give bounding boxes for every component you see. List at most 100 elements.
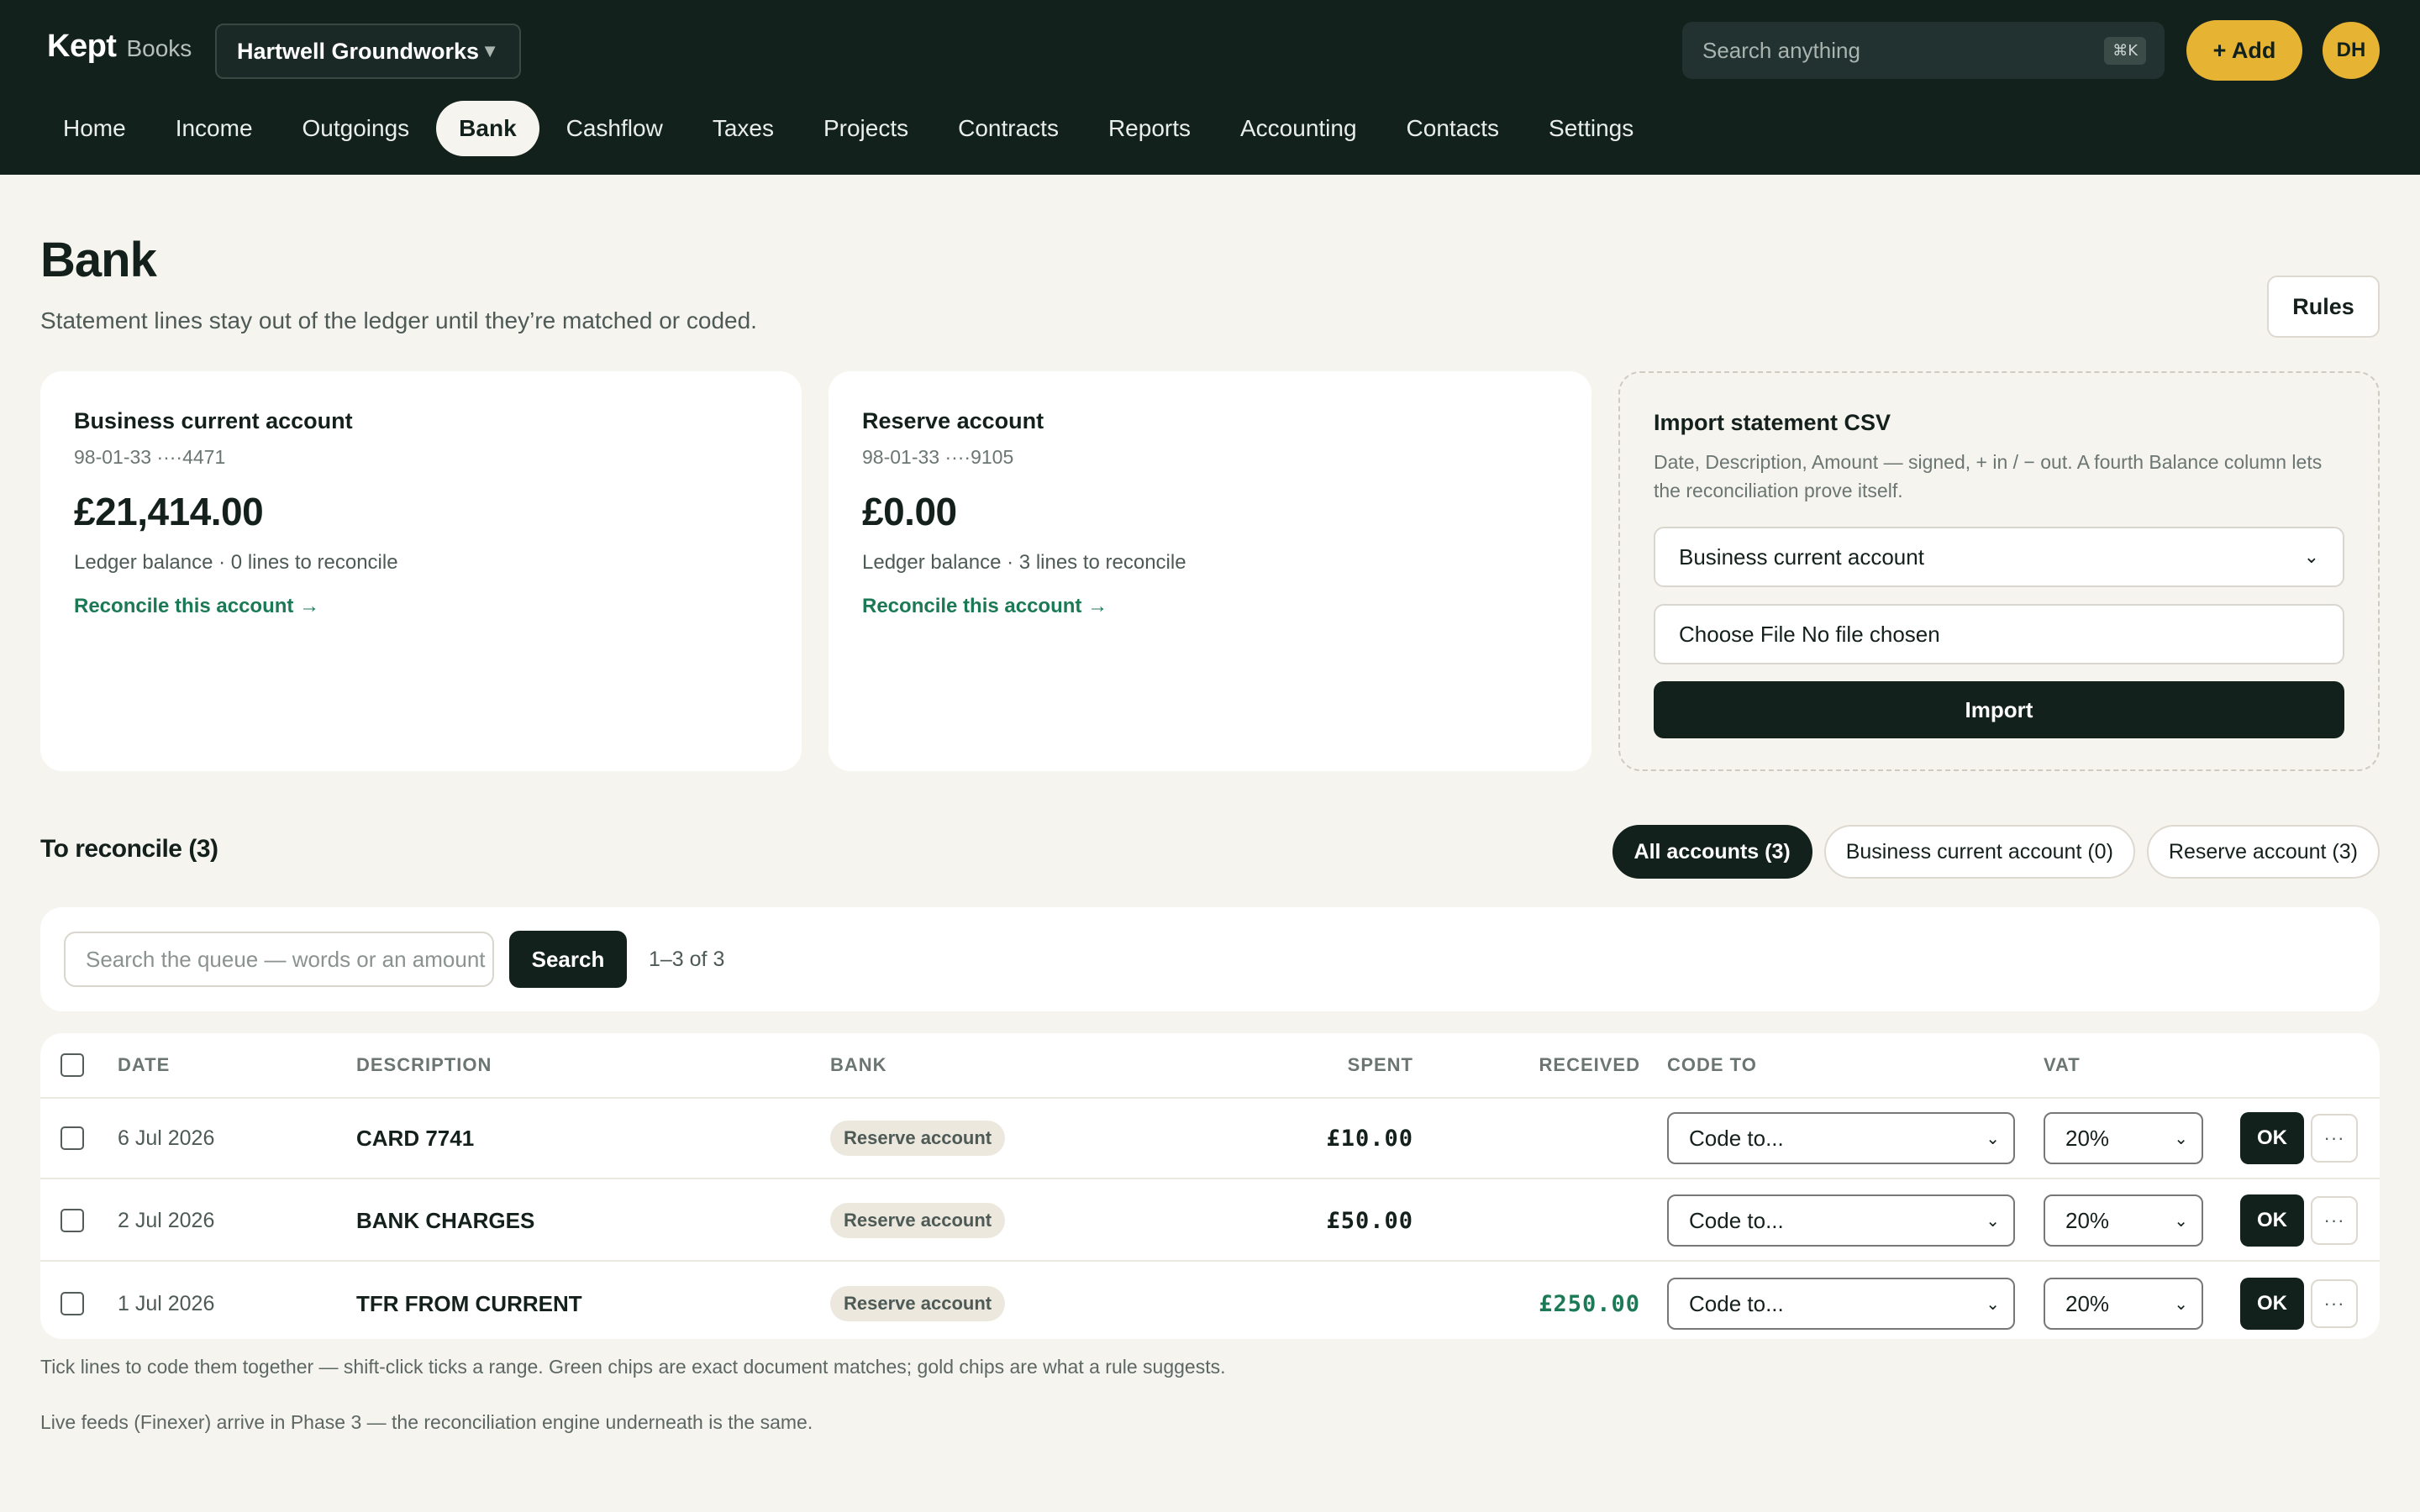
row-checkbox[interactable] — [60, 1292, 84, 1315]
row-code-cell: Code to... ⌄ — [1667, 1263, 2015, 1344]
more-options-icon[interactable]: ··· — [2311, 1196, 2358, 1245]
chevron-down-icon: ⌄ — [2174, 1294, 2188, 1314]
ok-button[interactable]: OK — [2240, 1112, 2304, 1164]
nav-cashflow[interactable]: Cashflow — [544, 101, 686, 156]
nav-outgoings[interactable]: Outgoings — [280, 101, 433, 156]
col-description[interactable]: DESCRIPTION — [356, 1033, 492, 1097]
table-row: 2 Jul 2026 BANK CHARGES Reserve account … — [40, 1181, 2380, 1262]
code-to-select[interactable]: Code to... ⌄ — [1667, 1278, 2015, 1330]
top-bar: Kept Books Hartwell Groundworks ▼ Search… — [0, 0, 2420, 175]
vat-value: 20% — [2065, 1290, 2110, 1316]
row-description: TFR FROM CURRENT — [356, 1290, 582, 1316]
file-input[interactable]: Choose File No file chosen — [1654, 604, 2344, 664]
code-to-select[interactable]: Code to... ⌄ — [1667, 1194, 2015, 1247]
row-received: £250.00 — [1539, 1290, 1640, 1317]
col-spent[interactable]: SPENT — [1348, 1033, 1413, 1097]
queue-search-bar: Search the queue — words or an amount Se… — [40, 907, 2380, 1011]
row-ok-cell: OK — [2240, 1099, 2304, 1178]
vat-value: 20% — [2065, 1125, 2110, 1151]
nav-contracts[interactable]: Contracts — [935, 101, 1081, 156]
reconcile-account-link[interactable]: Reconcile this account → — [74, 595, 768, 618]
row-vat-cell: 20% ⌄ — [2044, 1181, 2203, 1260]
queue-search-input[interactable]: Search the queue — words or an amount — [64, 932, 494, 987]
filter-reserve[interactable]: Reserve account (3) — [2146, 825, 2380, 879]
col-date[interactable]: DATE — [118, 1033, 170, 1097]
code-to-value: Code to... — [1689, 1207, 1784, 1233]
ok-button[interactable]: OK — [2240, 1278, 2304, 1330]
import-title: Import statement CSV — [1654, 410, 1891, 435]
code-to-select[interactable]: Code to... ⌄ — [1667, 1112, 2015, 1164]
nav-home[interactable]: Home — [40, 101, 149, 156]
page-subtitle: Statement lines stay out of the ledger u… — [40, 307, 757, 333]
brand-sub: Books — [126, 35, 192, 61]
bank-chip: Reserve account — [830, 1121, 1006, 1156]
row-bank-cell: Reserve account — [830, 1099, 1006, 1178]
account-number: 98-01-33 ····4471 — [74, 446, 226, 468]
chevron-down-icon: ⌄ — [1986, 1211, 2000, 1231]
account-balance: £0.00 — [862, 490, 957, 533]
nav-taxes[interactable]: Taxes — [690, 101, 797, 156]
nav-contacts[interactable]: Contacts — [1384, 101, 1523, 156]
table-row: 1 Jul 2026 TFR FROM CURRENT Reserve acco… — [40, 1263, 2380, 1344]
import-csv-card: Import statement CSV Date, Description, … — [1618, 371, 2380, 771]
row-ok-cell: OK — [2240, 1263, 2304, 1344]
ok-button[interactable]: OK — [2240, 1194, 2304, 1247]
queue-search-button[interactable]: Search — [509, 931, 627, 988]
table-row: 6 Jul 2026 CARD 7741 Reserve account £10… — [40, 1099, 2380, 1179]
nav-bank[interactable]: Bank — [436, 101, 539, 156]
row-select-cell — [60, 1263, 84, 1344]
import-account-value: Business current account — [1679, 543, 1924, 570]
select-all-checkbox[interactable] — [60, 1053, 84, 1077]
shortcut-badge: ⌘K — [2104, 36, 2146, 65]
page-title: Bank — [40, 233, 157, 287]
reconcile-table: DATE DESCRIPTION BANK SPENT RECEIVED COD… — [40, 1033, 2380, 1339]
help-note-ticks: Tick lines to code them together — shift… — [40, 1356, 1226, 1378]
nav-settings[interactable]: Settings — [1526, 101, 1656, 156]
import-button[interactable]: Import — [1654, 681, 2344, 738]
brand-logo[interactable]: Kept Books — [47, 29, 192, 65]
row-checkbox[interactable] — [60, 1209, 84, 1232]
nav-reports[interactable]: Reports — [1086, 101, 1213, 156]
account-meta: Ledger balance · 3 lines to reconcile — [862, 551, 1186, 574]
vat-value: 20% — [2065, 1207, 2110, 1233]
vat-select[interactable]: 20% ⌄ — [2044, 1278, 2203, 1330]
rules-button[interactable]: Rules — [2267, 276, 2380, 338]
nav-income[interactable]: Income — [153, 101, 276, 156]
account-name: Reserve account — [862, 408, 1044, 433]
filter-all-accounts[interactable]: All accounts (3) — [1612, 825, 1812, 879]
import-account-select[interactable]: Business current account ⌄ — [1654, 527, 2344, 587]
row-date: 2 Jul 2026 — [118, 1208, 215, 1232]
user-avatar[interactable]: DH — [2323, 22, 2380, 79]
account-balance: £21,414.00 — [74, 490, 264, 533]
row-more-cell: ··· — [2311, 1263, 2358, 1344]
global-search-input[interactable]: Search anything ⌘K — [1682, 22, 2165, 79]
nav-accounting[interactable]: Accounting — [1218, 101, 1380, 156]
row-description: CARD 7741 — [356, 1125, 475, 1151]
organisation-switcher[interactable]: Hartwell Groundworks ▼ — [215, 24, 521, 79]
vat-select[interactable]: 20% ⌄ — [2044, 1112, 2203, 1164]
code-to-value: Code to... — [1689, 1125, 1784, 1151]
row-ok-cell: OK — [2240, 1181, 2304, 1260]
row-code-cell: Code to... ⌄ — [1667, 1181, 2015, 1260]
nav-projects[interactable]: Projects — [801, 101, 931, 156]
chevron-down-icon: ⌄ — [2174, 1211, 2188, 1231]
row-checkbox[interactable] — [60, 1126, 84, 1150]
account-card-business: Business current account 98-01-33 ····44… — [40, 371, 802, 771]
col-received[interactable]: RECEIVED — [1539, 1033, 1640, 1097]
select-all-cell — [60, 1033, 84, 1097]
col-bank[interactable]: BANK — [830, 1033, 887, 1097]
more-options-icon[interactable]: ··· — [2311, 1114, 2358, 1163]
help-note-feeds: Live feeds (Finexer) arrive in Phase 3 —… — [40, 1411, 813, 1433]
chevron-down-icon: ⌄ — [2174, 1129, 2188, 1148]
row-vat-cell: 20% ⌄ — [2044, 1099, 2203, 1178]
table-header: DATE DESCRIPTION BANK SPENT RECEIVED COD… — [40, 1033, 2380, 1099]
reconcile-account-link[interactable]: Reconcile this account → — [862, 595, 1558, 618]
vat-select[interactable]: 20% ⌄ — [2044, 1194, 2203, 1247]
chevron-down-icon: ⌄ — [2303, 546, 2319, 567]
filter-business-current[interactable]: Business current account (0) — [1823, 825, 2135, 879]
more-options-icon[interactable]: ··· — [2311, 1279, 2358, 1328]
row-code-cell: Code to... ⌄ — [1667, 1099, 2015, 1178]
row-spent: £50.00 — [1326, 1207, 1413, 1234]
brand-name: Kept — [47, 29, 117, 64]
add-button[interactable]: + Add — [2186, 20, 2302, 81]
